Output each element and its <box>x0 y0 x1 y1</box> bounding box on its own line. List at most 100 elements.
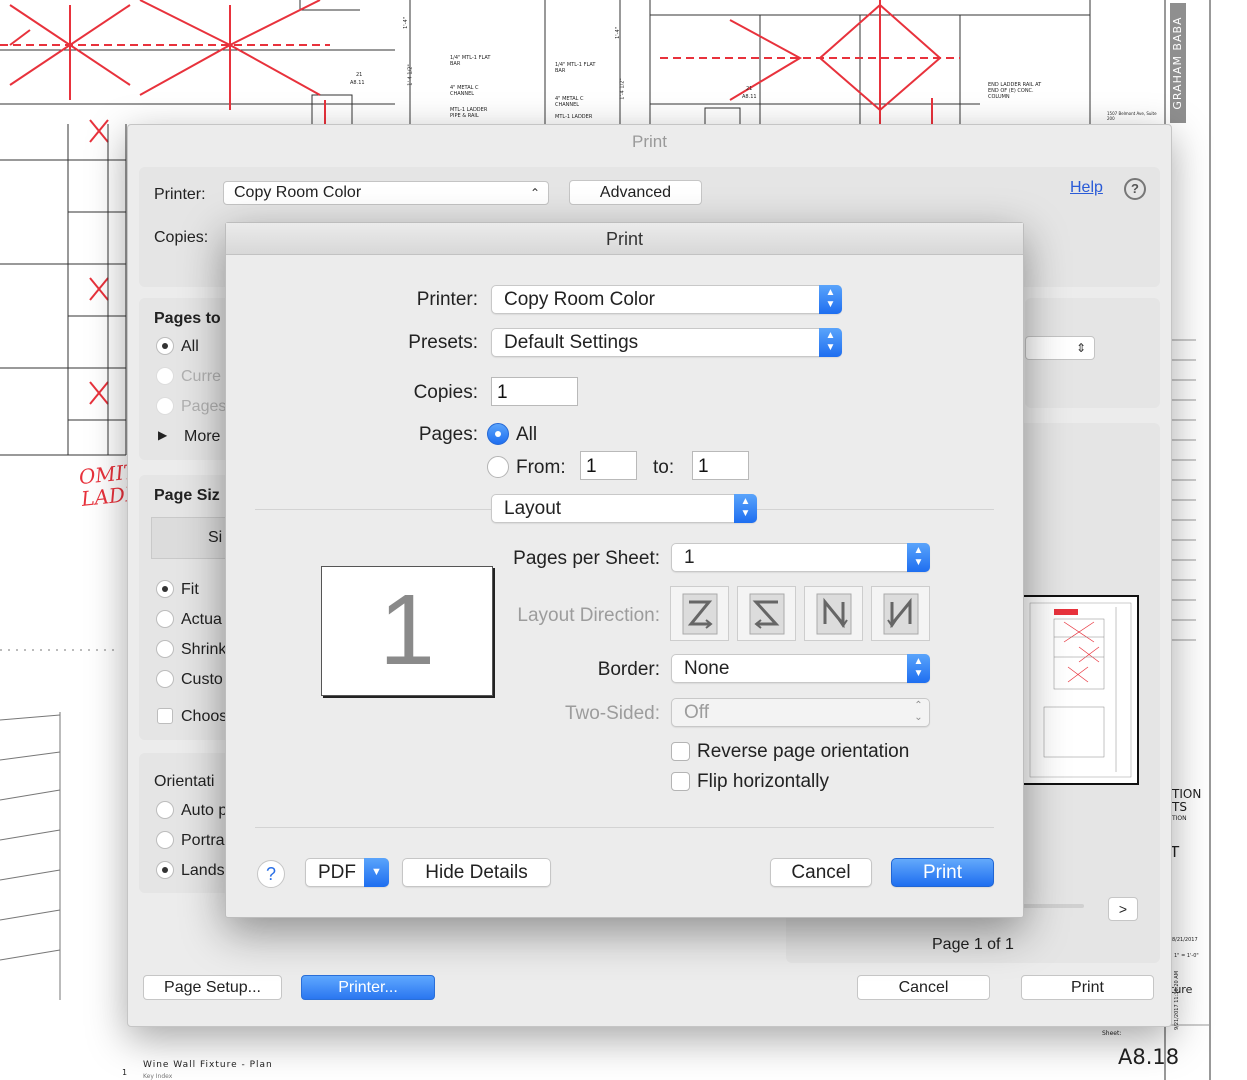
pages-label: Pages: <box>418 424 478 445</box>
updown-chevron-icon: ⌃ <box>529 186 540 200</box>
drawing-scale: Key Index <box>143 1073 173 1080</box>
updown-chevron-icon: ⌃ ⌄ <box>914 700 923 723</box>
size-shrink-radio[interactable] <box>156 640 174 658</box>
orientation-auto-label: Auto p <box>181 802 228 819</box>
two-sided-value: Off <box>684 702 709 723</box>
size-custom-label: Custo <box>181 671 223 688</box>
copies-input[interactable]: 1 <box>491 377 578 406</box>
note-ladder-2: MTL-1 LADDER <box>555 114 593 120</box>
layout-direction-n-icon[interactable] <box>871 586 930 641</box>
dimension-2: 1'-4 1/2" <box>407 64 414 86</box>
outer-cancel-button[interactable]: Cancel <box>857 975 990 1000</box>
updown-stepper-icon: ▲ ▼ <box>819 285 842 314</box>
orientation-landscape-radio[interactable] <box>156 861 174 879</box>
more-options-label[interactable]: More <box>184 428 220 446</box>
copies-label: Copies: <box>413 382 478 403</box>
presets-value: Default Settings <box>504 332 639 353</box>
pages-to-label: to: <box>653 457 675 478</box>
size-custom-radio[interactable] <box>156 670 174 688</box>
help-circle-icon[interactable]: ? <box>1124 178 1146 200</box>
pages-all-label: All <box>181 338 199 355</box>
sheet-date: 8/21/2017 <box>1172 937 1198 943</box>
copies-label: Copies: <box>154 229 209 246</box>
next-page-button[interactable]: > <box>1108 897 1138 921</box>
advanced-button[interactable]: Advanced <box>569 180 702 205</box>
pages-from-input[interactable]: 1 <box>580 451 637 480</box>
date-stamp: 9/21/2017 11:38:20 AM <box>1174 970 1180 1030</box>
page-preview-thumbnail <box>1022 595 1139 785</box>
pages-per-sheet-select[interactable]: 1 ▲ ▼ <box>671 543 930 572</box>
drawing-number: 1 <box>122 1068 128 1077</box>
pages-range-radio[interactable] <box>156 397 174 415</box>
pages-from-radio[interactable] <box>487 456 509 478</box>
printer-select-value: Copy Room Color <box>234 184 362 201</box>
title-block-text-3: TION <box>1172 815 1187 822</box>
updown-stepper-icon: ▲ ▼ <box>734 494 757 523</box>
flip-horizontally-label: Flip horizontally <box>697 771 829 792</box>
pdf-button-label: PDF <box>318 862 356 883</box>
layout-direction-label: Layout Direction: <box>517 605 660 626</box>
note-end-rail: END LADDER RAIL AT END OF (E) CONC. COLU… <box>988 82 1042 100</box>
layout-direction-s-icon[interactable] <box>737 586 796 641</box>
dialog-title: Print <box>632 132 667 151</box>
pages-per-sheet-value: 1 <box>684 547 695 568</box>
border-value: None <box>684 658 730 679</box>
size-shrink-label: Shrink <box>181 641 227 658</box>
help-link[interactable]: Help <box>1070 179 1103 197</box>
size-fit-radio[interactable] <box>156 580 174 598</box>
title-block-ture: ture <box>1170 983 1193 996</box>
border-select[interactable]: None ▲ ▼ <box>671 654 930 683</box>
sheet-printer-value: Copy Room Color <box>504 289 655 310</box>
size-actual-label: Actua <box>181 611 222 628</box>
updown-chevron-icon: ⇕ <box>1075 341 1086 355</box>
two-sided-select[interactable]: Off ⌃ ⌄ <box>671 698 930 727</box>
comments-select[interactable]: ⇕ <box>1025 336 1095 360</box>
note-flat-bar: 1/4" MTL-1 FLAT BAR <box>450 55 491 67</box>
presets-select[interactable]: Default Settings ▲ ▼ <box>491 328 842 357</box>
printer-select[interactable]: Copy Room Color ⌃ <box>223 181 549 205</box>
help-question-icon[interactable]: ? <box>257 860 285 888</box>
orientation-portrait-radio[interactable] <box>156 831 174 849</box>
sheet-printer-select[interactable]: Copy Room Color ▲ ▼ <box>491 285 842 314</box>
disclosure-triangle-icon[interactable]: ▶ <box>158 428 167 442</box>
pages-from-label: From: <box>516 457 566 478</box>
pages-current-label: Curre <box>181 368 222 385</box>
layout-preview-page: 1 <box>321 566 493 696</box>
printer-button[interactable]: Printer... <box>301 975 435 1000</box>
flip-horizontally-checkbox[interactable] <box>671 772 690 791</box>
dimension-1: 1'-4" <box>402 17 409 29</box>
dimension-4: 1'-4 1/2" <box>619 78 626 100</box>
preview-drawing-image <box>1029 602 1132 778</box>
layout-direction-n-reverse-icon[interactable] <box>804 586 863 641</box>
page-setup-button[interactable]: Page Setup... <box>143 975 282 1000</box>
outer-print-button[interactable]: Print <box>1021 975 1154 1000</box>
detail-tag-number-2: 21 <box>746 86 753 92</box>
pdf-menu-button[interactable]: PDF ▼ <box>305 858 389 887</box>
print-options-section-select[interactable]: Layout ▲ ▼ <box>491 494 757 523</box>
drawing-title: Wine Wall Fixture - Plan <box>143 1060 273 1070</box>
orientation-auto-radio[interactable] <box>156 801 174 819</box>
choose-paper-checkbox[interactable] <box>157 708 173 724</box>
comments-panel: ⇕ <box>1025 298 1160 408</box>
hide-details-button[interactable]: Hide Details <box>402 858 551 887</box>
page-size-heading: Page Siz <box>154 487 220 504</box>
pages-heading: Pages to <box>154 310 221 327</box>
cancel-button[interactable]: Cancel <box>770 858 872 887</box>
sheet-label: Sheet: <box>1102 1030 1122 1037</box>
architect-logo: GRAHAM BABA ARCHITECTS <box>1170 3 1200 123</box>
updown-stepper-icon: ▲ ▼ <box>907 543 930 572</box>
presets-label: Presets: <box>408 332 478 353</box>
reverse-orientation-checkbox[interactable] <box>671 742 690 761</box>
pages-to-input[interactable]: 1 <box>692 451 749 480</box>
pages-all-radio[interactable] <box>487 423 509 445</box>
preview-page-number: 1 <box>379 574 435 686</box>
sheet-scale: 1" = 1'-0" <box>1174 953 1199 959</box>
pages-all-radio[interactable] <box>156 337 174 355</box>
dropdown-arrow-icon: ▼ <box>364 858 389 887</box>
pages-current-radio[interactable] <box>156 367 174 385</box>
print-button[interactable]: Print <box>891 858 994 887</box>
printer-label: Printer: <box>154 186 206 203</box>
size-actual-radio[interactable] <box>156 610 174 628</box>
pages-per-sheet-label: Pages per Sheet: <box>513 548 660 569</box>
layout-direction-z-icon[interactable] <box>670 586 729 641</box>
